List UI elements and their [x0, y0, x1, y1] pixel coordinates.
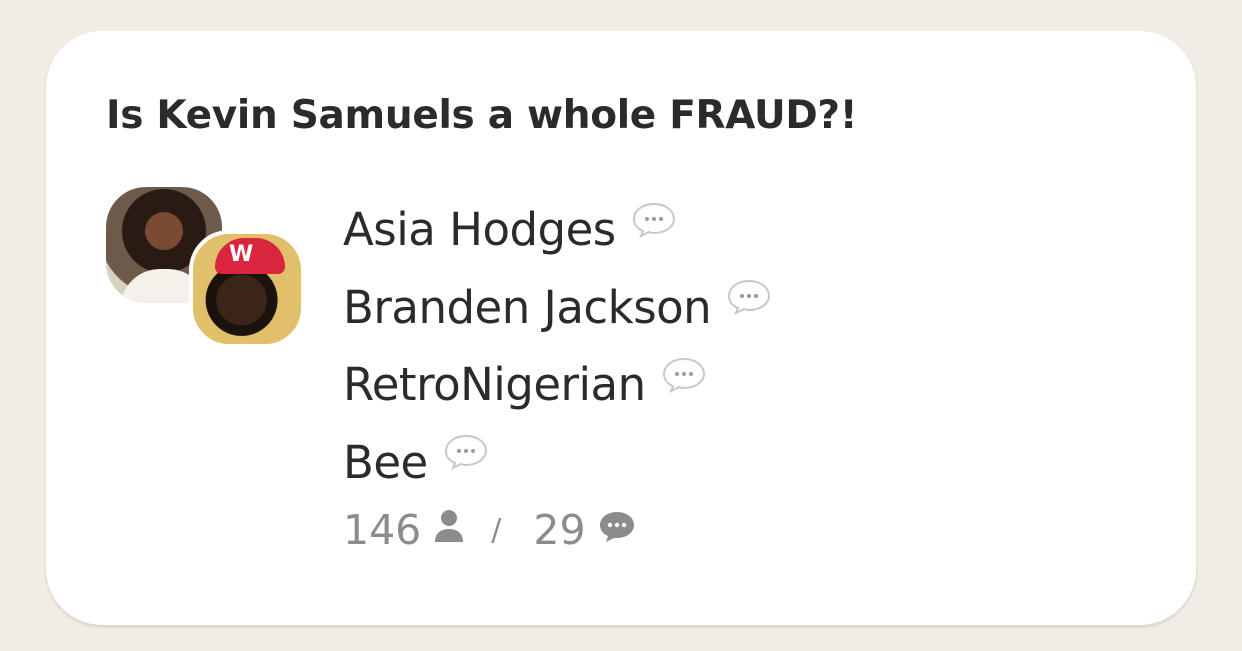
speaker-item: Asia Hodges [343, 191, 771, 269]
speaker-name: Asia Hodges [343, 203, 616, 257]
speech-bubble-icon [662, 357, 706, 393]
person-icon [433, 506, 465, 554]
speaker-name: Bee [343, 435, 428, 489]
speaker-list: Asia Hodges Branden Jackson RetroNigeria… [343, 191, 771, 501]
speaker-name: Branden Jackson [343, 280, 712, 334]
chat-bubble-icon [598, 506, 636, 554]
speaker-count: 29 [533, 506, 586, 554]
room-card[interactable]: Is Kevin Samuels a whole FRAUD?! W Asia … [46, 31, 1196, 625]
speech-bubble-icon [632, 202, 676, 238]
avatar: W [189, 230, 305, 348]
speaker-item: Bee [343, 424, 771, 502]
speech-bubble-icon [444, 434, 488, 471]
room-stats: 146 / 29 [343, 506, 636, 554]
listener-count: 146 [343, 506, 422, 554]
speaker-name: RetroNigerian [343, 358, 646, 412]
speaker-avatars: W [106, 187, 306, 352]
stats-divider: / [491, 512, 502, 548]
speech-bubble-icon [727, 279, 771, 316]
speaker-item: RetroNigerian [343, 346, 771, 424]
room-title: Is Kevin Samuels a whole FRAUD?! [106, 93, 858, 138]
speaker-item: Branden Jackson [343, 269, 771, 347]
